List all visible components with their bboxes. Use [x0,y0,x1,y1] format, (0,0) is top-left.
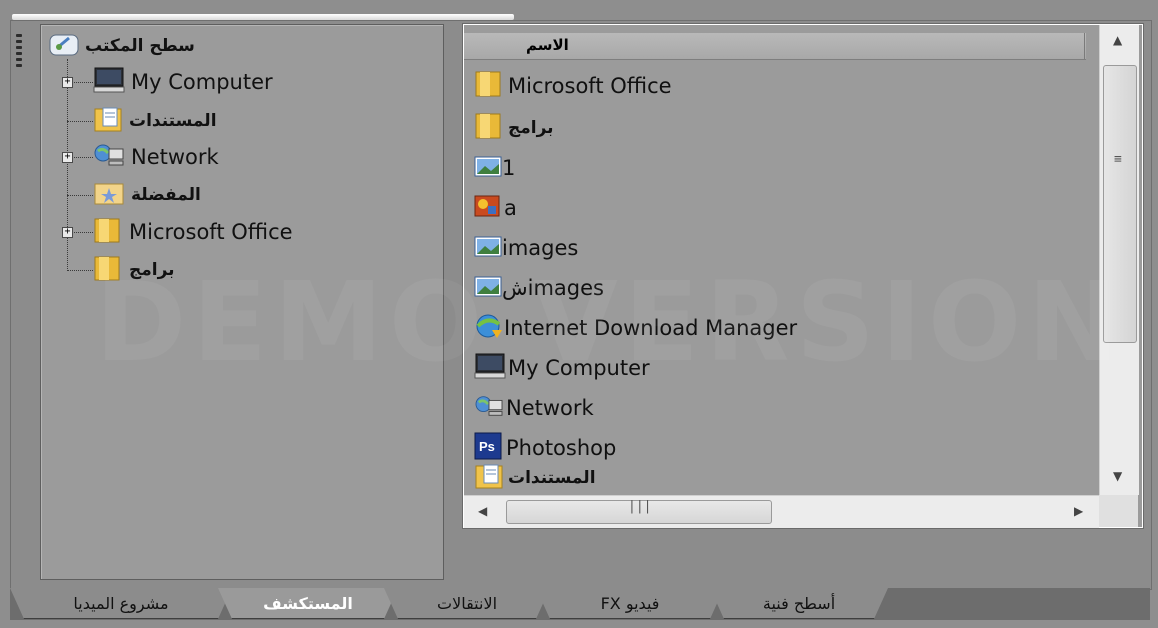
scroll-corner [1099,495,1138,527]
vertical-scrollbar[interactable]: ▲ ≡ ▼ [1099,25,1139,495]
tree-connector [67,121,93,122]
list-item-label: Internet Download Manager [504,316,798,340]
scroll-grip-icon: ≡ [1114,152,1122,167]
photoshop-icon: Ps [474,432,502,465]
list-item[interactable]: برامج [474,109,554,147]
tab-label: مشروع الميديا [73,593,169,613]
folder-icon [474,69,504,104]
expand-toggle[interactable]: + [62,152,73,163]
folder-tree-pane[interactable]: سطح المكتب + My Computer المستندات + Net… [40,24,444,580]
folder-icon [93,254,123,287]
list-item-label: برامج [508,118,554,138]
tree-connector [67,270,93,271]
list-item-label: 1 [502,156,516,180]
tree-item-microsoft-office[interactable]: Microsoft Office [93,215,293,249]
list-item[interactable]: المستندات [474,463,596,493]
dock-grip-handle[interactable] [12,34,26,94]
scroll-grip-icon: ||| [628,499,652,514]
svg-text:Ps: Ps [479,439,495,454]
tab-label: الانتقالات [437,593,498,613]
tree-item-programs[interactable]: برامج [93,253,175,287]
documents-folder-icon [474,463,504,493]
documents-folder-icon [93,105,123,138]
tab-bar: مشروع الميديا المستكشف الانتقالات فيديو … [10,588,1150,620]
list-item-label: Network [506,396,594,420]
tree-connector [67,59,68,271]
column-divider[interactable] [1084,33,1085,59]
tree-item-my-computer[interactable]: My Computer [93,65,273,99]
app-window: سطح المكتب + My Computer المستندات + Net… [0,0,1158,628]
list-item[interactable]: 1 [474,149,515,187]
network-icon [474,393,504,424]
column-header-label: الاسم [526,36,569,54]
list-item-label: a [504,196,517,220]
tab-art-surfaces[interactable]: أسطح فنية [710,588,888,619]
folder-icon [93,216,123,249]
computer-icon [93,66,125,99]
tab-video-fx[interactable]: فيديو FX [536,588,724,619]
tree-item-documents[interactable]: المستندات [93,104,217,138]
computer-icon [474,352,506,385]
tree-item-network[interactable]: Network [93,140,219,174]
list-item[interactable]: a [474,189,517,227]
image-file-icon [474,234,502,263]
list-item-label: Microsoft Office [508,74,672,98]
file-list-pane[interactable]: الاسم Microsoft Office برامج 1 a images … [462,23,1144,529]
horizontal-scrollbar[interactable]: ◀ ||| ▶ [464,495,1099,528]
tree-item-label: المستندات [129,111,217,131]
scroll-right-arrow-icon[interactable]: ▶ [1074,504,1083,518]
list-item[interactable]: My Computer [474,349,650,387]
tree-item-label: المفضلة [131,185,201,205]
list-item[interactable]: Microsoft Office [474,67,672,105]
tab-explorer[interactable]: المستكشف [218,588,398,619]
tab-label: المستكشف [263,593,353,613]
tab-label: أسطح فنية [762,593,836,613]
tab-label: فيديو FX [600,593,660,613]
list-item[interactable]: Internet Download Manager [474,309,797,347]
image-file-icon [474,154,502,183]
list-item-label: شimages [502,276,604,300]
folder-icon [474,111,504,146]
list-item-label: images [502,236,579,260]
list-item[interactable]: شimages [474,269,604,307]
scroll-left-arrow-icon[interactable]: ◀ [478,504,487,518]
tab-transitions[interactable]: الانتقالات [384,588,550,619]
tree-item-desktop[interactable]: سطح المكتب [49,29,195,63]
list-item-label: المستندات [508,468,596,488]
tree-item-favorites[interactable]: المفضلة [93,178,201,212]
scroll-up-arrow-icon[interactable]: ▲ [1113,33,1122,47]
tree-connector [67,195,93,196]
idm-icon [474,312,504,345]
desktop-icon [49,32,79,61]
tree-item-label: Microsoft Office [129,220,293,244]
network-icon [93,141,125,174]
tab-media-project[interactable]: مشروع الميديا [10,588,232,619]
column-header-name[interactable]: الاسم [464,33,1086,60]
expand-toggle[interactable]: + [62,227,73,238]
image-file-icon [474,274,502,303]
vertical-scroll-thumb[interactable] [1103,65,1137,343]
list-item-label: My Computer [508,356,650,380]
tree-item-label: Network [131,145,219,169]
tree-item-label: My Computer [131,70,273,94]
photo-file-icon [474,194,500,223]
tree-item-label: برامج [129,260,175,280]
list-item[interactable]: Ps Photoshop [474,429,616,467]
expand-toggle[interactable]: + [62,77,73,88]
favorites-folder-icon [93,179,125,212]
scroll-down-arrow-icon[interactable]: ▼ [1113,469,1122,483]
list-item[interactable]: Network [474,389,594,427]
list-item[interactable]: images [474,229,578,267]
tree-item-label: سطح المكتب [85,36,195,56]
list-item-label: Photoshop [506,436,617,460]
